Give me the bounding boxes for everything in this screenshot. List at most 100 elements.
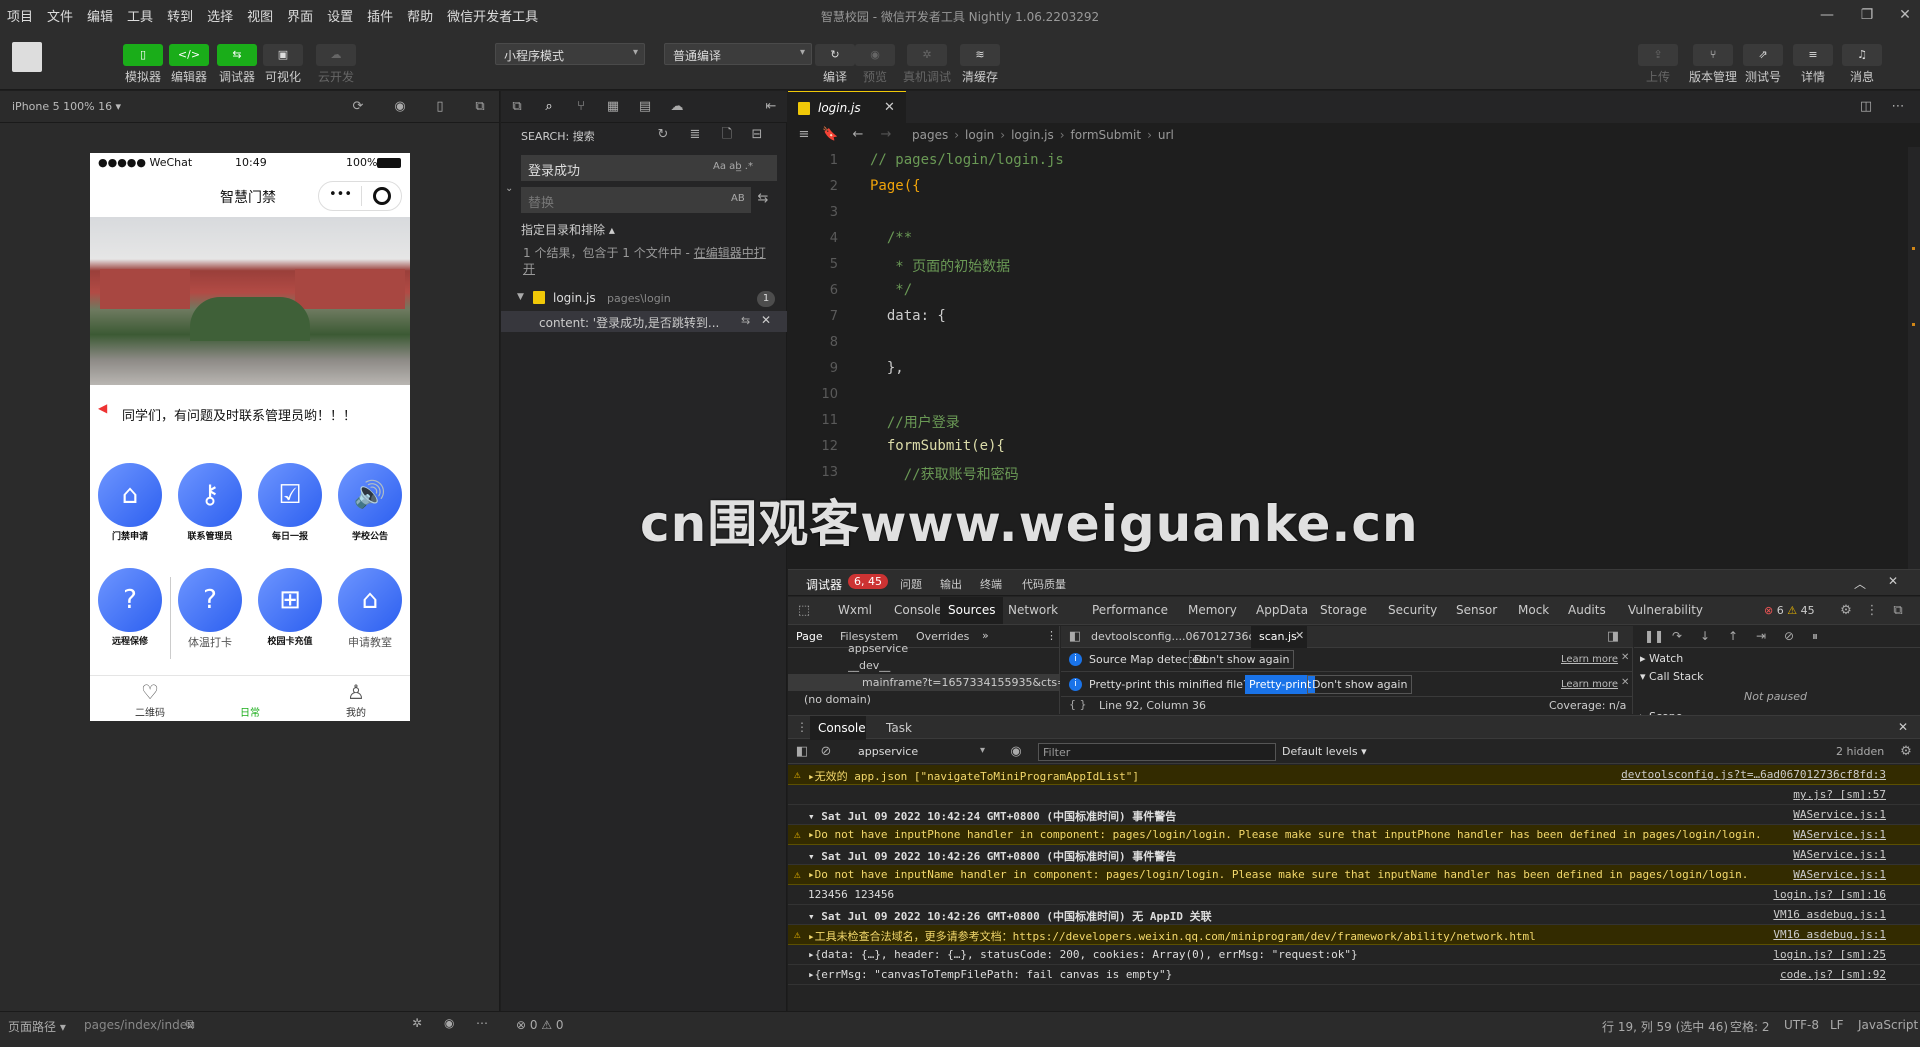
learn-more-link[interactable]: Learn more <box>1561 654 1618 665</box>
step-into-icon[interactable]: ↓ <box>1700 629 1710 643</box>
rotate-icon[interactable]: ⟳ <box>350 99 366 115</box>
toggle-navigator-icon[interactable]: ◧ <box>1067 629 1083 645</box>
cloud-icon[interactable]: ☁ <box>669 99 685 115</box>
eye-icon[interactable]: ◉ <box>1008 744 1024 760</box>
devtools-tab-wxml[interactable]: Wxml <box>838 603 872 617</box>
console-log-row[interactable]: my.js? [sm]:57 <box>788 785 1920 805</box>
console-log-row[interactable]: ▾ Sat Jul 09 2022 10:42:26 GMT+0800 (中国标… <box>788 905 1920 925</box>
console-source-link[interactable]: WAService.js:1 <box>1793 828 1886 841</box>
console-log-row[interactable]: ▾ Sat Jul 09 2022 10:42:26 GMT+0800 (中国标… <box>788 845 1920 865</box>
console-source-link[interactable]: WAService.js:1 <box>1793 868 1886 881</box>
match-case-icon[interactable]: Aa ab̲ .* <box>713 161 753 172</box>
breadcrumb-item[interactable]: formSubmit <box>1071 128 1142 142</box>
pretty-print-button[interactable]: Pretty-print <box>1245 675 1316 694</box>
log-levels-select[interactable]: Default levels ▾ <box>1282 745 1367 758</box>
menu-item-3[interactable]: 工具 <box>120 6 160 25</box>
editor-scrollbar[interactable] <box>1908 147 1920 569</box>
close-drawer-icon[interactable]: ✕ <box>1898 720 1908 734</box>
language-mode[interactable]: JavaScript <box>1858 1018 1918 1032</box>
console-log-row[interactable]: 123456 123456 login.js? [sm]:16 <box>788 885 1920 905</box>
devtools-title[interactable]: 调试器 <box>806 576 842 593</box>
grid-item-speaker[interactable]: 🔊 学校公告 <box>334 463 406 542</box>
dont-show-again-button[interactable]: Don't show again <box>1189 650 1295 669</box>
replace-input[interactable]: 替换 <box>521 187 751 213</box>
menu-item-4[interactable]: 转到 <box>160 6 200 25</box>
menu-item-1[interactable]: 文件 <box>40 6 80 25</box>
line-ending[interactable]: LF <box>1830 1018 1844 1032</box>
grid-item-checkbox[interactable]: ☑ 每日一报 <box>254 463 326 542</box>
dismiss-icon[interactable]: ✕ <box>761 313 771 327</box>
search-icon[interactable]: ⌕ <box>541 99 557 115</box>
phone-icon[interactable]: ▯ <box>432 99 448 115</box>
copy-icon[interactable]: ⧉ <box>186 1017 195 1032</box>
grid-item-card-grid[interactable]: ⊞ 校园卡充值 <box>254 568 326 647</box>
toolbar-button-bug[interactable]: ✲ 真机调试 <box>902 44 952 85</box>
pause-icon[interactable]: ❚❚ <box>1644 629 1664 643</box>
maximize-button[interactable]: ❐ <box>1852 4 1882 26</box>
devtools-tab-memory[interactable]: Memory <box>1188 603 1237 617</box>
editor-tab[interactable]: login.js ✕ <box>788 91 906 123</box>
console-source-link[interactable]: login.js? [sm]:25 <box>1773 948 1886 961</box>
more-icon[interactable]: ⋯ <box>476 1016 488 1030</box>
more-icon[interactable]: ⋯ <box>1890 99 1906 115</box>
phone-tab-0[interactable]: ♡ 二维码 <box>110 680 190 719</box>
close-tab-icon[interactable]: ✕ <box>884 100 895 115</box>
close-devtools-icon[interactable]: ✕ <box>1888 574 1898 588</box>
settings-icon[interactable]: ⚙ <box>1838 603 1854 619</box>
devtools-tab-network[interactable]: Network <box>1008 603 1058 617</box>
files-icon[interactable]: ⧉ <box>509 99 525 115</box>
devtools-head-tab[interactable]: 代码质量 <box>1022 576 1066 592</box>
devtools-tab-sources[interactable]: Sources <box>940 597 1004 624</box>
menu-item-0[interactable]: 项目 <box>0 6 40 25</box>
avatar[interactable] <box>12 42 42 72</box>
source-tree-item[interactable]: appservice <box>788 640 1060 657</box>
menu-item-8[interactable]: 设置 <box>320 6 360 25</box>
toolbar-button-eye[interactable]: ◉ 预览 <box>850 44 900 85</box>
devtools-tab-storage[interactable]: Storage <box>1320 603 1367 617</box>
console-source-link[interactable]: devtoolsconfig.js?t=…6ad067012736cf8fd:3 <box>1621 768 1886 781</box>
more-icon[interactable]: ⋮ <box>796 720 808 734</box>
console-warning-row[interactable]: ⚠ ▸Do not have inputPhone handler in comp… <box>788 825 1920 845</box>
console-source-link[interactable]: WAService.js:1 <box>1793 848 1886 861</box>
console-warning-row[interactable]: ⚠ ▸Do not have inputName handler in compo… <box>788 865 1920 885</box>
menu-item-7[interactable]: 界面 <box>280 6 320 25</box>
source-file-tab-active[interactable]: scan.js ✕ <box>1251 626 1307 648</box>
toolbar-button-upload[interactable]: ⇪ 上传 <box>1633 44 1683 85</box>
source-file-tab[interactable]: devtoolsconfig....067012736cf8fd <box>1091 630 1276 643</box>
console-log-row[interactable]: ▸{errMsg: "canvasToTempFilePath: fail ca… <box>788 965 1920 985</box>
drawer-tab-task[interactable]: Task <box>886 721 912 735</box>
eye-icon[interactable]: ◉ <box>444 1016 454 1030</box>
close-miniprogram-icon[interactable] <box>373 187 391 205</box>
result-file-row[interactable]: ▼ login.js pages\login 1 <box>511 289 787 309</box>
grid-item-help-doc[interactable]: ? 体温打卡 <box>174 568 246 650</box>
new-search-icon[interactable]: 🗋 <box>719 127 735 143</box>
error-counter[interactable]: ⊗ 6 ⚠ 45 <box>1764 604 1815 617</box>
source-tree-item[interactable]: mainframe?t=1657334155935&cts=165733415 <box>788 674 1060 691</box>
toolbar-button-layers[interactable]: ≋ 清缓存 <box>955 44 1005 85</box>
toolbar-button-branch[interactable]: ⑂ 版本管理 <box>1688 44 1738 85</box>
console-warning-row[interactable]: ⚠ ▸工具未检查合法域名，更多请参考文档：https://developers.w… <box>788 925 1920 945</box>
devtools-tab-appdata[interactable]: AppData <box>1256 603 1308 617</box>
dock-icon[interactable]: ⧉ <box>1890 603 1906 619</box>
cursor-position[interactable]: 行 19, 列 59 (选中 46) <box>1602 1018 1728 1035</box>
devtools-tab-mock[interactable]: Mock <box>1518 603 1549 617</box>
sidebar-toggle-icon[interactable]: ◧ <box>794 744 810 760</box>
console-source-link[interactable]: code.js? [sm]:92 <box>1780 968 1886 981</box>
menu-item-9[interactable]: 插件 <box>360 6 400 25</box>
clear-console-icon[interactable]: ⊘ <box>818 744 834 760</box>
close-icon[interactable]: ✕ <box>1621 652 1629 663</box>
back-icon[interactable]: ← <box>850 127 866 143</box>
console-source-link[interactable]: VM16 asdebug.js:1 <box>1773 908 1886 921</box>
source-tree-item[interactable]: (no domain) <box>788 691 1060 708</box>
extensions-icon[interactable]: ▦ <box>605 99 621 115</box>
source-tree-item[interactable]: __dev__ <box>788 657 1060 674</box>
step-icon[interactable]: ⇥ <box>1756 629 1766 643</box>
learn-more-link[interactable]: Learn more <box>1561 679 1618 690</box>
more-icon[interactable]: ••• <box>329 187 352 202</box>
devtools-tab-sensor[interactable]: Sensor <box>1456 603 1497 617</box>
collapse-all-icon[interactable]: ⊟ <box>749 127 765 143</box>
storage-icon[interactable]: ▤ <box>637 99 653 115</box>
bug-icon[interactable]: ✲ <box>412 1016 422 1030</box>
drawer-tab-console[interactable]: Console <box>810 716 866 740</box>
breadcrumb-item[interactable]: login.js <box>1011 128 1054 142</box>
